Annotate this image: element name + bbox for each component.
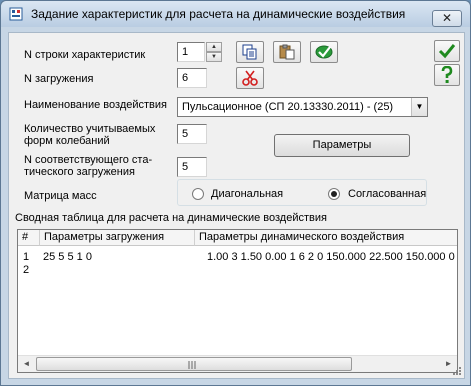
impact-name-value: Пульсационное (СП 20.13330.2011) - (25) xyxy=(182,101,394,113)
row-number-stepper[interactable]: ▲ ▼ xyxy=(206,42,222,62)
title-bar[interactable]: Задание характеристик для расчета на дин… xyxy=(1,1,470,27)
scrollbar-thumb[interactable] xyxy=(36,357,352,371)
load-params-cell: 25 5 5 1 0 xyxy=(43,251,92,263)
dialog-window: Задание характеристик для расчета на дин… xyxy=(0,0,471,386)
mass-matrix-group: Диагональная Согласованная xyxy=(177,179,427,206)
spin-down-icon[interactable]: ▼ xyxy=(206,52,222,62)
radio-diagonal-label[interactable]: Диагональная xyxy=(211,188,283,201)
close-button[interactable]: ✕ xyxy=(432,10,462,27)
dialog-body: N строки характеристик 1 ▲ ▼ N загружени… xyxy=(8,32,465,379)
horizontal-scrollbar[interactable]: ◄ ► xyxy=(18,355,457,372)
spin-up-icon[interactable]: ▲ xyxy=(206,42,222,52)
scroll-left-icon[interactable]: ◄ xyxy=(18,356,35,372)
scissors-icon xyxy=(242,70,258,86)
load-number-label: N загружения xyxy=(24,73,94,85)
col-header-num[interactable]: # xyxy=(18,230,40,246)
load-number-input[interactable]: 6 xyxy=(177,68,207,88)
grip-icon xyxy=(188,361,196,369)
radio-consistent[interactable] xyxy=(328,188,340,200)
mass-matrix-label: Матрица масс xyxy=(24,190,97,202)
copy-button[interactable] xyxy=(236,41,264,63)
paste-icon xyxy=(279,44,295,60)
forms-count-input[interactable]: 5 xyxy=(177,124,207,144)
chevron-down-icon[interactable]: ▼ xyxy=(411,98,427,116)
apply-icon xyxy=(315,45,333,59)
check-icon xyxy=(438,44,456,59)
apply-button[interactable] xyxy=(310,41,338,63)
static-load-label-line2: тического загружения xyxy=(24,166,135,178)
row-number-input[interactable]: 1 xyxy=(177,42,205,62)
dyn-params-cell: 1.00 3 1.50 0.00 1 6 2 0 150.000 22.500 … xyxy=(207,251,455,263)
row-number-label: N строки характеристик xyxy=(24,49,146,61)
radio-diagonal[interactable] xyxy=(192,188,204,200)
paste-button[interactable] xyxy=(273,41,301,63)
close-icon: ✕ xyxy=(441,11,453,25)
help-icon xyxy=(441,66,453,83)
table-caption: Сводная таблица для расчета на динамичес… xyxy=(15,212,327,224)
parameters-button[interactable]: Параметры xyxy=(274,134,410,157)
delete-button[interactable] xyxy=(236,67,264,89)
col-header-load-params[interactable]: Параметры загружения xyxy=(40,230,195,246)
row-number: 1 xyxy=(23,251,30,263)
radio-consistent-label[interactable]: Согласованная xyxy=(348,188,426,201)
copy-icon xyxy=(242,44,257,60)
col-header-dyn-params[interactable]: Параметры динамического воздействия xyxy=(195,230,457,246)
help-button[interactable] xyxy=(434,64,460,86)
summary-table[interactable]: # Параметры загружения Параметры динамич… xyxy=(17,229,458,373)
impact-name-select[interactable]: Пульсационное (СП 20.13330.2011) - (25) … xyxy=(177,97,428,117)
row-number: 2 xyxy=(23,264,30,276)
window-title: Задание характеристик для расчета на дин… xyxy=(31,7,406,21)
accept-button[interactable] xyxy=(434,40,460,62)
app-icon xyxy=(9,7,23,21)
static-load-input[interactable]: 5 xyxy=(177,157,207,177)
resize-grip-icon[interactable] xyxy=(452,366,462,376)
impact-name-label: Наименование воздействия xyxy=(24,99,167,111)
forms-count-label-line2: форм колебаний xyxy=(24,135,110,147)
